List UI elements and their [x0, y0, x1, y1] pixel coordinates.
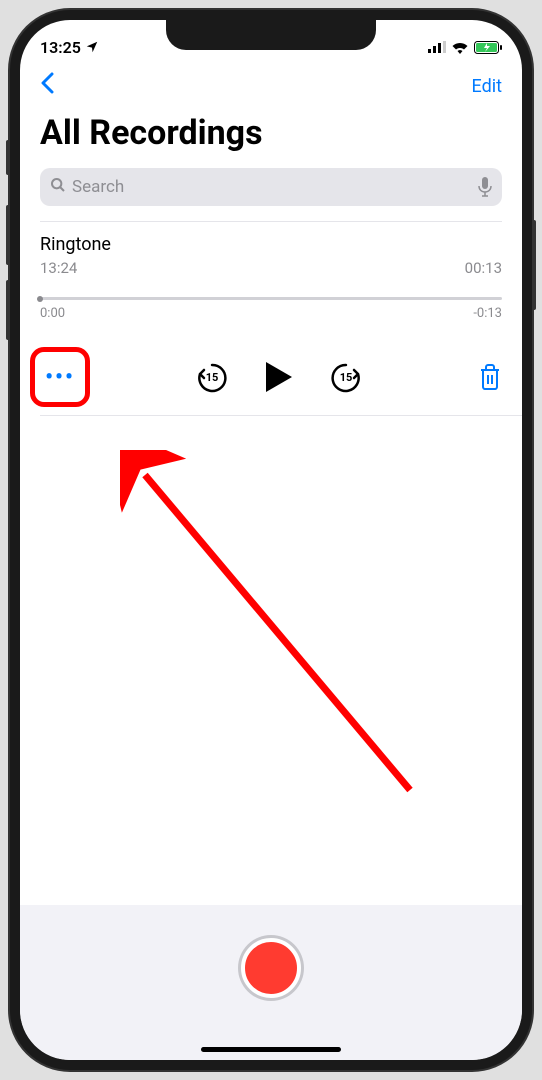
- home-indicator[interactable]: [201, 1047, 341, 1052]
- record-panel: [20, 905, 522, 1060]
- search-placeholder: Search: [72, 177, 478, 197]
- trash-icon: [478, 364, 502, 390]
- more-options-button[interactable]: •••: [40, 357, 80, 397]
- signal-icon: [428, 41, 446, 53]
- ellipsis-icon: •••: [45, 365, 75, 390]
- remaining-time: -0:13: [473, 306, 502, 321]
- elapsed-time: 0:00: [40, 306, 65, 321]
- search-input[interactable]: Search: [40, 168, 502, 206]
- battery-icon: [474, 41, 502, 54]
- nav-bar: Edit: [20, 64, 522, 108]
- status-time: 13:25: [40, 38, 81, 57]
- recording-item[interactable]: Ringtone 13:24 00:13 0:00 -0:13: [20, 222, 522, 339]
- playback-scrubber[interactable]: 0:00 -0:13: [40, 297, 502, 321]
- play-button[interactable]: [266, 362, 292, 392]
- back-button[interactable]: [40, 72, 54, 100]
- notch: [166, 20, 376, 50]
- skip-forward-button[interactable]: 15: [330, 361, 362, 393]
- edit-button[interactable]: Edit: [472, 76, 502, 97]
- recording-duration: 00:13: [465, 259, 502, 277]
- recording-time: 13:24: [40, 259, 77, 277]
- delete-button[interactable]: [478, 364, 502, 390]
- microphone-icon[interactable]: [478, 177, 492, 197]
- divider: [40, 415, 522, 416]
- skip-forward-seconds: 15: [340, 371, 353, 384]
- play-icon: [266, 362, 292, 392]
- page-title: All Recordings: [20, 108, 522, 168]
- skip-back-seconds: 15: [206, 371, 219, 384]
- search-icon: [50, 177, 66, 198]
- recording-title: Ringtone: [40, 234, 502, 255]
- scrubber-handle[interactable]: [37, 296, 43, 302]
- location-icon: [85, 40, 99, 54]
- skip-back-button[interactable]: 15: [196, 361, 228, 393]
- annotation-arrow: [120, 450, 440, 850]
- wifi-icon: [451, 41, 469, 54]
- playback-controls: ••• 15 15: [20, 339, 522, 415]
- chevron-left-icon: [40, 72, 54, 94]
- record-button[interactable]: [241, 938, 301, 998]
